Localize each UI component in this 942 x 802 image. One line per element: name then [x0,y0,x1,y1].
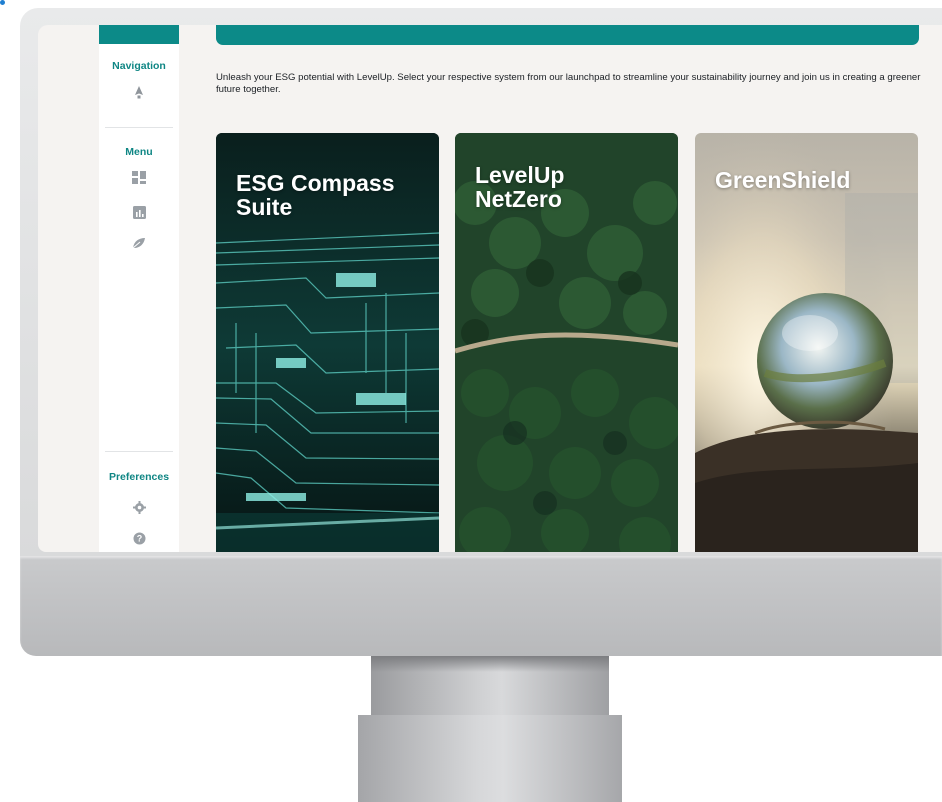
card-title-line: LevelUp [475,162,565,188]
card-title-line: Suite [236,194,293,220]
bar-chart-icon[interactable] [126,202,152,222]
preferences-heading: Preferences [108,471,170,483]
monitor: Navigation Menu Preferences ? Unleash yo… [20,8,942,656]
card-title: LevelUp NetZero [475,163,564,211]
corner-dot [0,0,5,5]
card-title: GreenShield [715,168,850,192]
card-title-line: ESG Compass [236,170,395,196]
help-icon[interactable]: ? [126,528,152,548]
sidebar-divider [105,127,173,128]
gear-icon[interactable] [126,497,152,517]
card-title: ESG Compass Suite [236,171,395,219]
screen: Navigation Menu Preferences ? Unleash yo… [38,25,942,552]
card-greenshield[interactable]: GreenShield [695,133,918,552]
top-banner [216,25,919,45]
card-levelup-netzero[interactable]: LevelUp NetZero [455,133,678,552]
crystal-globe-image [695,133,918,552]
menu-heading: Menu [125,146,153,158]
leaf-icon[interactable] [126,233,152,253]
main-content: Unleash your ESG potential with LevelUp.… [196,25,942,552]
rocket-icon[interactable] [126,82,152,102]
sidebar-top-bar [99,25,179,44]
monitor-stand-base [358,715,622,802]
card-esg-compass-suite[interactable]: ESG Compass Suite [216,133,439,552]
card-title-line: GreenShield [715,167,851,193]
monitor-chin [20,556,942,656]
navigation-heading: Navigation [112,60,166,72]
monitor-stand-shadow [371,656,609,672]
card-title-line: NetZero [475,186,562,212]
dashboard-icon[interactable] [126,167,152,187]
svg-text:?: ? [136,533,142,543]
intro-text: Unleash your ESG potential with LevelUp.… [216,72,921,95]
sidebar-divider [105,451,173,452]
sidebar: Navigation Menu Preferences ? [99,25,179,552]
